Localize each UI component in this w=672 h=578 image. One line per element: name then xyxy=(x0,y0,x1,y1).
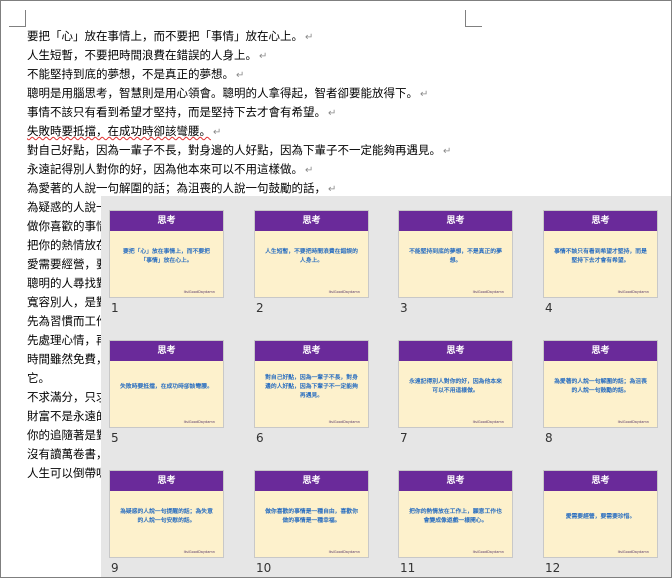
slide-footer: ItsiGoodDaydamn xyxy=(472,420,504,424)
slide-footer: ItsiGoodDaydamn xyxy=(617,420,649,424)
slide-thumbnail-11[interactable]: 思考 把你的熱情放在工作上，願意工作也會變成像遊戲一樣開心。 ItsiGoodD… xyxy=(399,471,512,557)
slide-thumbnail-5[interactable]: 思考 失敗時要抵擋，在成功時卻該彎腰。 ItsiGoodDaydamn xyxy=(110,341,223,427)
slide-number: 12 xyxy=(545,561,561,575)
slide-thumbnail-12[interactable]: 思考 愛需要經營，要需要珍惜。 ItsiGoodDaydamn xyxy=(544,471,657,557)
slide-title: 思考 xyxy=(110,341,223,361)
slide-text: 不能堅持到底的夢想，不是真正的夢想。 xyxy=(409,249,502,264)
slide-thumbnail-3[interactable]: 思考 不能堅持到底的夢想，不是真正的夢想。 ItsiGoodDaydamn xyxy=(399,211,512,297)
slide-title: 思考 xyxy=(399,211,512,231)
doc-line[interactable]: 事情不該只有看到希望才堅持，而是堅持下去才會有希望。 ↵ xyxy=(27,103,487,122)
slide-thumbnail-6[interactable]: 思考 對自己好點，因為一輩子不長，對身邊的人好點，因為下輩子不一定能夠再遇見。 … xyxy=(255,341,368,427)
slide-footer: ItsiGoodDaydamn xyxy=(472,290,504,294)
slide-number: 6 xyxy=(256,431,264,445)
paragraph-mark-icon: ↵ xyxy=(259,51,268,62)
paragraph-mark-icon: ↵ xyxy=(328,108,337,119)
slide-text: 為疑惑的人說一句提醒的話；為失意的人說一句安慰的話。 xyxy=(120,509,213,524)
margin-crop-mark-right xyxy=(465,10,482,27)
slide-title: 思考 xyxy=(399,471,512,491)
slide-text: 要把「心」放在事情上，而不要把「事情」放在心上。 xyxy=(123,249,210,264)
slide-footer: ItsiGoodDaydamn xyxy=(183,290,215,294)
slide-number: 7 xyxy=(400,431,408,445)
slide-text: 為愛著的人說一句解圍的話；為沮喪的人說一句鼓勵的話。 xyxy=(554,379,647,394)
slide-title: 思考 xyxy=(255,341,368,361)
slide-thumbnail-2[interactable]: 思考 人生短暫，不要把時間浪費在錯誤的人身上。 ItsiGoodDaydamn xyxy=(255,211,368,297)
slide-number: 8 xyxy=(545,431,553,445)
slide-text: 把你的熱情放在工作上，願意工作也會變成像遊戲一樣開心。 xyxy=(409,509,502,524)
slide-number: 11 xyxy=(400,561,416,575)
slide-title: 思考 xyxy=(110,211,223,231)
slide-number: 9 xyxy=(111,561,119,575)
doc-line[interactable]: 要把「心」放在事情上，而不要把「事情」放在心上。 ↵ xyxy=(27,27,487,46)
doc-line[interactable]: 人生短暫，不要把時間浪費在錯誤的人身上。 ↵ xyxy=(27,46,487,65)
slide-number: 3 xyxy=(400,301,408,315)
slide-title: 思考 xyxy=(544,341,657,361)
paragraph-mark-icon: ↵ xyxy=(443,146,452,157)
slide-number: 1 xyxy=(111,301,119,315)
slide-footer: ItsiGoodDaydamn xyxy=(328,420,360,424)
paragraph-mark-icon: ↵ xyxy=(305,32,314,43)
slide-title: 思考 xyxy=(544,211,657,231)
slide-text: 對自己好點，因為一輩子不長，對身邊的人好點，因為下輩子不一定能夠再遇見。 xyxy=(265,374,358,399)
slide-thumbnail-9[interactable]: 思考 為疑惑的人說一句提醒的話；為失意的人說一句安慰的話。 ItsiGoodDa… xyxy=(110,471,223,557)
slide-title: 思考 xyxy=(255,471,368,491)
slide-number: 2 xyxy=(256,301,264,315)
slide-thumbnail-4[interactable]: 思考 事情不該只有看到希望才堅持，而是堅持下去才會有希望。 ItsiGoodDa… xyxy=(544,211,657,297)
slide-footer: ItsiGoodDaydamn xyxy=(183,550,215,554)
slide-thumbnail-8[interactable]: 思考 為愛著的人說一句解圍的話；為沮喪的人說一句鼓勵的話。 ItsiGoodDa… xyxy=(544,341,657,427)
slide-title: 思考 xyxy=(544,471,657,491)
slide-text: 永遠記得別人對你的好，因為他本來可以不用這樣做。 xyxy=(409,379,502,394)
slide-text: 人生短暫，不要把時間浪費在錯誤的人身上。 xyxy=(265,249,358,264)
slide-title: 思考 xyxy=(399,341,512,361)
slide-title: 思考 xyxy=(255,211,368,231)
slide-text: 愛需要經營，要需要珍惜。 xyxy=(565,513,636,520)
slide-footer: ItsiGoodDaydamn xyxy=(328,550,360,554)
paragraph-mark-icon: ↵ xyxy=(328,184,337,195)
doc-line[interactable]: 聰明是用腦思考，智慧則是用心領會。聰明的人拿得起，智者卻要能放得下。 ↵ xyxy=(27,84,487,103)
slide-thumbnail-1[interactable]: 思考 要把「心」放在事情上，而不要把「事情」放在心上。 ItsiGoodDayd… xyxy=(110,211,223,297)
paragraph-mark-icon: ↵ xyxy=(420,89,429,100)
margin-crop-mark-left xyxy=(9,10,26,27)
slide-thumbnail-7[interactable]: 思考 永遠記得別人對你的好，因為他本來可以不用這樣做。 ItsiGoodDayd… xyxy=(399,341,512,427)
slide-number: 5 xyxy=(111,431,119,445)
doc-line[interactable]: 對自己好點，因為一輩子不長，對身邊的人好點，因為下輩子不一定能夠再遇見。 ↵ xyxy=(27,141,487,160)
paragraph-mark-icon: ↵ xyxy=(236,70,245,81)
paragraph-mark-icon: ↵ xyxy=(213,127,222,138)
slide-title: 思考 xyxy=(110,471,223,491)
slide-number: 4 xyxy=(545,301,553,315)
slide-text: 做你喜歡的事情是一種自由，喜歡你做的事情是一種幸福。 xyxy=(265,509,358,524)
slide-footer: ItsiGoodDaydamn xyxy=(617,290,649,294)
slide-footer: ItsiGoodDaydamn xyxy=(617,550,649,554)
slide-footer: ItsiGoodDaydamn xyxy=(183,420,215,424)
slide-footer: ItsiGoodDaydamn xyxy=(328,290,360,294)
slide-thumbnail-10[interactable]: 思考 做你喜歡的事情是一種自由，喜歡你做的事情是一種幸福。 ItsiGoodDa… xyxy=(255,471,368,557)
word-document-window: 要把「心」放在事情上，而不要把「事情」放在心上。 ↵ 人生短暫，不要把時間浪費在錯… xyxy=(0,0,672,578)
slide-text: 失敗時要抵擋，在成功時卻該彎腰。 xyxy=(120,383,213,390)
slide-number: 10 xyxy=(256,561,272,575)
slide-text: 事情不該只有看到希望才堅持，而是堅持下去才會有希望。 xyxy=(554,249,647,264)
doc-line[interactable]: 永遠記得別人對你的好，因為他本來可以不用這樣做。 ↵ xyxy=(27,160,487,179)
doc-line[interactable]: 失敗時要抵擋，在成功時卻該彎腰。 ↵ xyxy=(27,122,487,141)
paragraph-mark-icon: ↵ xyxy=(305,165,314,176)
slide-footer: ItsiGoodDaydamn xyxy=(472,550,504,554)
slide-sorter-panel: 思考 要把「心」放在事情上，而不要把「事情」放在心上。 ItsiGoodDayd… xyxy=(101,196,671,577)
doc-line[interactable]: 不能堅持到底的夢想，不是真正的夢想。 ↵ xyxy=(27,65,487,84)
